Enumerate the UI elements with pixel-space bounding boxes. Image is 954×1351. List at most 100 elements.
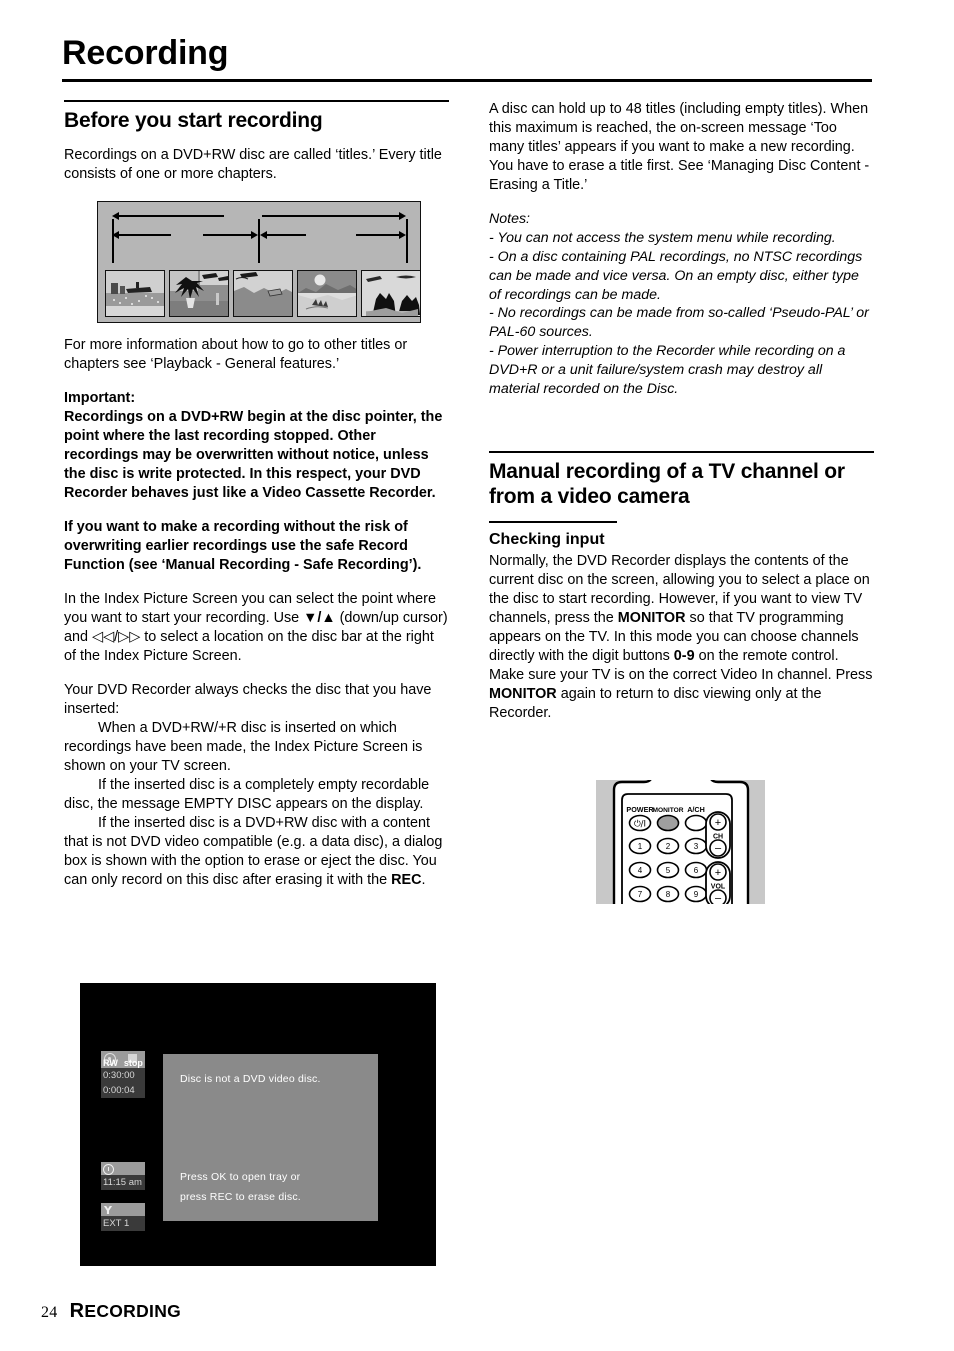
remote-monitor-button[interactable] [656,814,680,832]
thumbnail-4-image [298,271,356,316]
monitor-button-reference-1: MONITOR [617,610,686,627]
remote-digit-3-label: 3 [694,842,699,851]
check-item-1: When a DVD+RW/+R disc is inserted on whi… [64,720,423,775]
note-item-4: - Power interruption to the Recorder whi… [489,343,846,397]
osd-disc-status-header: RW stop [101,1051,145,1068]
power-icon: ⏻/I [634,818,646,829]
footer-chapter-initial: R [69,1300,85,1322]
osd-clock-header [101,1162,145,1175]
diagram-chapter-arrow-1-head [112,231,119,239]
diagram-chapter-arrow-3-head [260,231,267,239]
osd-input-chip: Y EXT 1 [101,1203,145,1231]
check-item-3-text-b: . [421,872,426,889]
intro-paragraph: Recordings on a DVD+RW disc are called ‘… [64,146,442,182]
diagram-title-arrow-2-head [399,212,406,220]
section-divider-manual-recording [489,450,874,453]
diagram-thumbnail-4 [297,270,357,317]
title-divider [62,79,872,82]
remote-control-drawing: POWER MONITOR A/CH ⏻/I 1 2 3 4 5 6 7 8 9… [612,773,750,912]
left-column: Before you start recording Recordings on… [64,100,449,199]
osd-dialog-box: Disc is not a DVD video disc. Press OK t… [163,1054,378,1221]
osd-total-time: 0:30:00 [101,1068,145,1083]
antenna-icon: Y [104,1204,112,1217]
osd-input-header: Y [101,1203,145,1216]
osd-clock-chip: 11:15 am [101,1162,145,1190]
check-item-3: If the inserted disc is a DVD+RW disc wi… [64,814,449,890]
diagram-thumbnail-strip [105,270,421,317]
cursor-leftright-icon: ◁◁/▷▷ [92,629,141,646]
checking-input-paragraph: Normally, the DVD Recorder displays the … [489,552,874,723]
osd-transport-state: stop [123,1057,143,1068]
osd-input-value: EXT 1 [101,1216,145,1231]
footer-chapter-label: RECORDING [69,1300,182,1322]
capacity-paragraph: A disc can hold up to 48 titles (includi… [489,101,870,194]
osd-dialog-line-2: press REC to erase disc. [180,1191,301,1203]
osd-clock-value: 11:15 am [101,1175,145,1190]
index-picture-paragraph: In the Index Picture Screen you can sele… [64,590,449,666]
left-column-continued: For more information about how to go to … [64,336,449,890]
thumbnail-1-image [106,271,164,316]
right-column: A disc can hold up to 48 titles (includi… [489,100,874,738]
osd-dialog-title: Disc is not a DVD video disc. [180,1073,321,1085]
diagram-chapter-arrow-3 [266,234,306,236]
cursor-updown-icon: ▼/▲ [303,610,336,627]
osd-dialog-line-1: Press OK to open tray or [180,1171,301,1183]
diagram-chapter-arrow-4-head [399,231,406,239]
diagram-title-arrow-1-head [112,212,119,220]
subsection-heading-checking-input: Checking input [489,530,605,548]
remote-digit-6-label: 6 [694,866,699,875]
osd-screenshot: RW stop 0:30:00 0:00:04 11:15 am Y EXT 1… [80,983,436,1266]
checking-text-d: Make sure your TV is on the correct Vide… [489,667,873,684]
diagram-thumbnail-5 [361,270,421,317]
remote-digit-7-label: 7 [638,890,643,899]
section-heading-manual-recording: Manual recording of a TV channel or from… [489,459,845,508]
note-item-1: - You can not access the system menu whi… [489,229,836,246]
remote-vol-plus-label: + [715,867,721,879]
note-item-2: - On a disc containing PAL recordings, n… [489,248,863,303]
remote-ch-plus-label: + [715,817,721,829]
digit-buttons-reference: 0-9 [673,648,695,665]
remote-monitor-label: MONITOR [652,807,683,814]
clock-icon [103,1164,114,1175]
check-item-2: If the inserted disc is a completely emp… [64,777,430,813]
remote-digit-4-label: 4 [638,866,643,875]
thumbnail-5-image [362,271,420,316]
important-label: Important: [64,390,136,407]
after-diagram-paragraph: For more information about how to go to … [64,337,408,373]
remote-ch-minus-label: – [715,843,722,855]
diagram-thumbnail-1 [105,270,165,317]
diagram-divider-right [406,219,408,263]
rec-button-reference: REC [391,872,422,889]
section-divider-before-you-start [64,100,449,102]
remote-control-illustration: POWER MONITOR A/CH ⏻/I 1 2 3 4 5 6 7 8 9… [596,773,765,912]
osd-disc-status-labels: RW stop [101,1057,145,1068]
page-title: Recording [62,34,229,72]
remote-digit-1-label: 1 [638,842,643,851]
notes-label: Notes: [489,211,531,228]
monitor-button-reference-2: MONITOR [489,686,557,703]
diagram-chapter-arrow-2-head [251,231,258,239]
remote-digit-2-label: 2 [666,842,671,851]
important-paragraph: Recordings on a DVD+RW begin at the disc… [64,409,443,502]
remote-ach-label: A/CH [687,805,705,814]
remote-ach-button[interactable] [684,814,708,832]
checks-intro-paragraph: Your DVD Recorder always checks the disc… [64,682,432,718]
diagram-thumbnail-3 [233,270,293,317]
remote-vol-minus-label: – [715,893,722,905]
remote-power-label: POWER [626,805,654,814]
page-footer: 24 RECORDING [41,1300,181,1323]
diagram-chapter-arrow-2 [203,234,253,236]
checking-text-c: on the remote control. [694,648,839,665]
diagram-divider-mid [258,219,260,263]
osd-elapsed-time: 0:00:04 [101,1083,145,1098]
safe-record-paragraph: If you want to make a recording without … [64,519,422,574]
diagram-title-arrow-1 [118,215,224,217]
remote-digit-5-label: 5 [666,866,671,875]
thumbnail-3-image [234,271,292,316]
remote-digit-9-label: 9 [694,890,699,899]
thumbnail-2-image [170,271,228,316]
title-chapter-diagram [97,201,421,323]
footer-chapter-rest: ECORDING [84,1301,182,1321]
diagram-chapter-arrow-1 [118,234,171,236]
